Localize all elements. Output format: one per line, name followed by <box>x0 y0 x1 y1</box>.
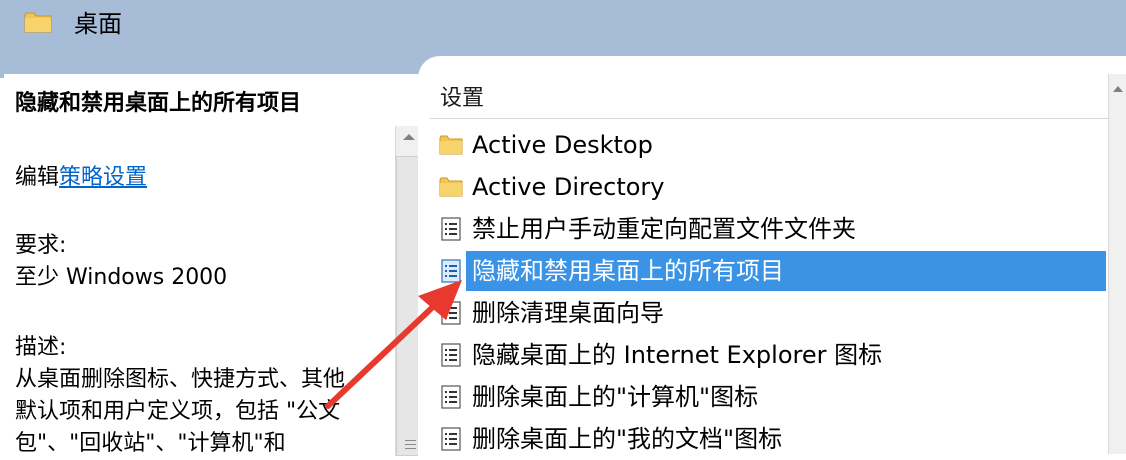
policy-settings-link[interactable]: 策略设置 <box>59 165 147 190</box>
policy-setting-icon <box>441 343 461 367</box>
settings-row-hide-desktop-items[interactable]: 隐藏和禁用桌面上的所有项目 <box>436 251 1106 291</box>
policy-setting-icon <box>441 427 461 451</box>
settings-row-active-desktop[interactable]: Active Desktop <box>436 125 1106 165</box>
settings-row-hide-ie-icon[interactable]: 隐藏桌面上的 Internet Explorer 图标 <box>436 335 1106 375</box>
settings-row-label: Active Directory <box>472 173 665 201</box>
policy-title: 隐藏和禁用桌面上的所有项目 <box>15 91 302 116</box>
settings-row-label: 禁止用户手动重定向配置文件文件夹 <box>472 215 856 243</box>
settings-row-cleanup-wizard[interactable]: 删除清理桌面向导 <box>436 293 1106 333</box>
folder-icon <box>439 135 463 155</box>
description-line: 包"、"回收站"、"计算机"和 <box>15 431 286 456</box>
settings-row-remove-my-documents-icon[interactable]: 删除桌面上的"我的文档"图标 <box>436 419 1106 459</box>
settings-row-label: 删除桌面上的"计算机"图标 <box>472 383 759 411</box>
folder-icon <box>24 12 52 33</box>
policy-setting-icon <box>441 259 461 283</box>
settings-column-header[interactable]: 设置 <box>440 84 484 114</box>
scroll-up-arrow-icon[interactable] <box>403 134 415 140</box>
requirements-value: 至少 Windows 2000 <box>15 265 228 290</box>
settings-row-remove-computer-icon[interactable]: 删除桌面上的"计算机"图标 <box>436 377 1106 417</box>
edit-policy-line: 编辑策略设置 <box>15 162 147 194</box>
description-line: 从桌面删除图标、快捷方式、其他 <box>15 367 346 392</box>
settings-row-label: Active Desktop <box>472 131 653 159</box>
policy-setting-icon <box>441 385 461 409</box>
policy-setting-icon <box>441 301 461 325</box>
edit-prefix: 编辑 <box>15 165 60 190</box>
settings-row-label: 隐藏桌面上的 Internet Explorer 图标 <box>472 341 883 369</box>
settings-row-profile-redirect[interactable]: 禁止用户手动重定向配置文件文件夹 <box>436 209 1106 249</box>
grip-icon <box>405 440 416 452</box>
header-title: 桌面 <box>74 10 122 38</box>
description-label: 描述: <box>15 335 67 360</box>
settings-row-label: 隐藏和禁用桌面上的所有项目 <box>472 257 784 285</box>
settings-row-label: 删除清理桌面向导 <box>472 299 664 327</box>
requirements-label: 要求: <box>15 233 67 258</box>
settings-scrollbar[interactable] <box>1108 74 1126 454</box>
description-line: 默认项和用户定义项，包括 "公文 <box>15 399 341 424</box>
scroll-up-arrow-icon[interactable] <box>1113 86 1123 92</box>
folder-icon <box>439 177 463 197</box>
policy-setting-icon <box>441 217 461 241</box>
column-header-divider <box>430 118 1110 119</box>
settings-row-active-directory[interactable]: Active Directory <box>436 167 1106 207</box>
settings-row-label: 删除桌面上的"我的文档"图标 <box>472 425 783 453</box>
